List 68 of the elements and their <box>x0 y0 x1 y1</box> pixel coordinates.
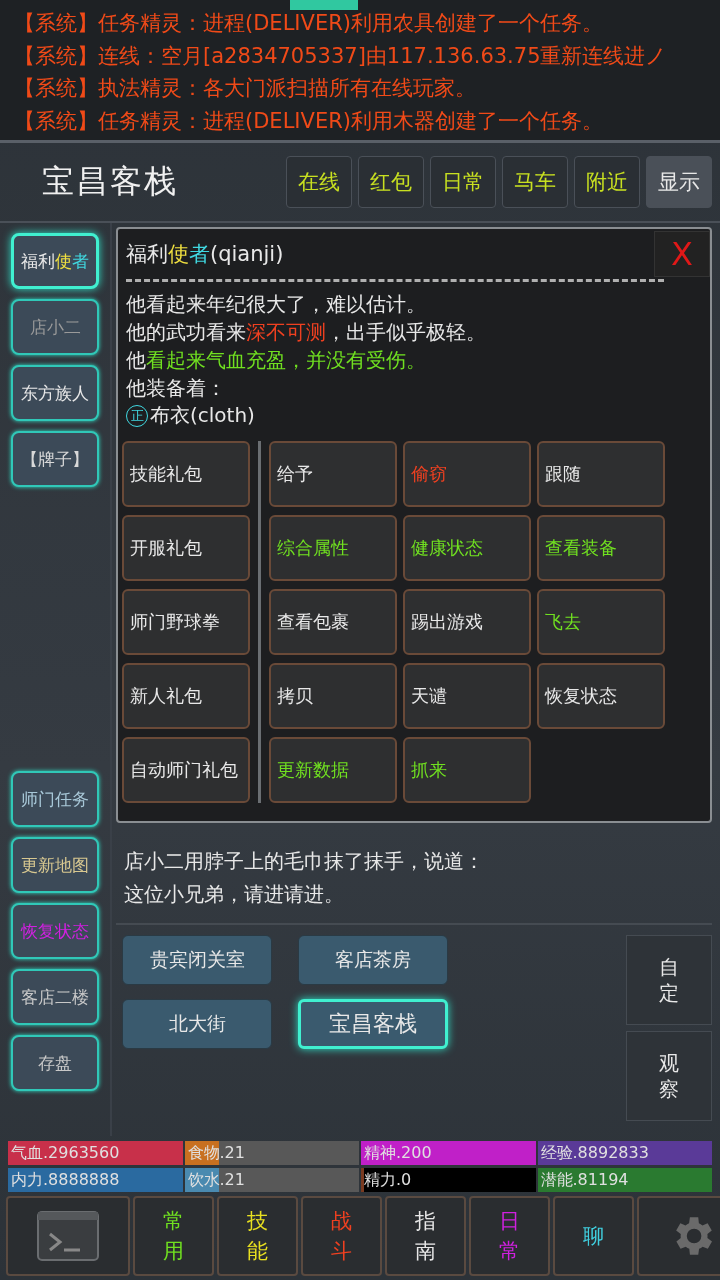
top-button[interactable]: 附近 <box>574 156 640 208</box>
stat-label: 经验.8892833 <box>539 1143 649 1162</box>
location-title: 宝昌客栈 <box>42 161 178 202</box>
action-button[interactable]: 自定 <box>626 935 712 1025</box>
stat-label: 食物.21 <box>186 1143 245 1162</box>
action-button[interactable]: 踢出游戏 <box>403 589 531 655</box>
npc-button[interactable]: 存盘 <box>11 1035 99 1091</box>
dialog-title: 福利使者(qianji) <box>126 241 285 268</box>
action-button[interactable]: 跟随 <box>537 441 665 507</box>
top-button[interactable]: 在线 <box>286 156 352 208</box>
stat-label: 饮水.21 <box>186 1170 245 1189</box>
action-button[interactable]: 更新数据 <box>269 737 397 803</box>
menu-button[interactable]: 战斗 <box>301 1196 382 1276</box>
terminal-button[interactable] <box>6 1196 130 1276</box>
top-button[interactable]: 红包 <box>358 156 424 208</box>
terminal-icon <box>36 1210 100 1262</box>
menu-button[interactable]: 聊 <box>553 1196 634 1276</box>
equipment-item: 布衣(cloth) <box>150 402 255 429</box>
action-button[interactable]: 恢复状态 <box>537 663 665 729</box>
stat-label: 潜能.81194 <box>539 1170 629 1189</box>
action-button[interactable]: 查看装备 <box>537 515 665 581</box>
npc-button[interactable]: 客店二楼 <box>11 969 99 1025</box>
action-button[interactable]: 飞去 <box>537 589 665 655</box>
action-button[interactable]: 观察 <box>626 1031 712 1121</box>
room-text: 店小二用脖子上的毛巾抹了抹手，说道： <box>124 848 485 875</box>
top-button[interactable]: 显示 <box>646 156 712 208</box>
system-message: 【系统】连线：空月[a2834705337]由117.136.63.75重新连线进ノ <box>14 42 669 69</box>
action-button[interactable]: 抓来 <box>403 737 531 803</box>
description-line: 他装备着： <box>125 375 227 402</box>
action-button[interactable]: 偷窃 <box>403 441 531 507</box>
gift-button[interactable]: 技能礼包 <box>122 441 250 507</box>
stat-label: 精神.200 <box>363 1143 432 1162</box>
description-line: 他的武功看来深不可测，出手似乎极轻。 <box>125 319 487 346</box>
description-line: 他看起来年纪很大了，难以估计。 <box>125 291 427 318</box>
gift-button[interactable]: 自动师门礼包 <box>122 737 250 803</box>
menu-button[interactable]: 常用 <box>133 1196 214 1276</box>
top-button[interactable]: 日常 <box>430 156 496 208</box>
system-message: 【系统】任务精灵：进程(DELIVER)利用农具创建了一个任务。 <box>14 10 604 37</box>
stat-label: 气血.2963560 <box>10 1143 120 1162</box>
description-line: 他看起来气血充盈，并没有受伤。 <box>125 347 427 374</box>
stat-label: 内力.8888888 <box>10 1170 120 1189</box>
action-button[interactable]: 健康状态 <box>403 515 531 581</box>
stat-label: 精力.0 <box>363 1170 412 1189</box>
tab-marker <box>290 0 358 10</box>
npc-button[interactable]: 更新地图 <box>11 837 99 893</box>
exit-button[interactable]: 北大街 <box>122 999 272 1049</box>
gift-button[interactable]: 开服礼包 <box>122 515 250 581</box>
gift-button[interactable]: 新人礼包 <box>122 663 250 729</box>
room-text: 这位小兄弟，请进请进。 <box>124 881 345 908</box>
npc-button[interactable]: 福利使者 <box>11 233 99 289</box>
exit-button[interactable]: 宝昌客栈 <box>298 999 448 1049</box>
action-button[interactable]: 综合属性 <box>269 515 397 581</box>
action-button[interactable]: 给予 <box>269 441 397 507</box>
menu-button[interactable]: 技能 <box>217 1196 298 1276</box>
menu-button[interactable]: 指南 <box>385 1196 466 1276</box>
exit-button[interactable]: 贵宾闭关室 <box>122 935 272 985</box>
action-button[interactable]: 天谴 <box>403 663 531 729</box>
action-button[interactable]: 查看包裹 <box>269 589 397 655</box>
npc-button[interactable]: 【牌子】 <box>11 431 99 487</box>
system-message: 【系统】任务精灵：进程(DELIVER)利用木器创建了一个任务。 <box>14 107 604 134</box>
exit-button[interactable]: 客店茶房 <box>298 935 448 985</box>
top-button[interactable]: 马车 <box>502 156 568 208</box>
npc-button[interactable]: 师门任务 <box>11 771 99 827</box>
settings-button[interactable] <box>637 1196 720 1276</box>
gift-button[interactable]: 师门野球拳 <box>122 589 250 655</box>
action-button[interactable]: 拷贝 <box>269 663 397 729</box>
system-message: 【系统】执法精灵：各大门派扫描所有在线玩家。 <box>14 75 477 102</box>
npc-button[interactable]: 东方族人 <box>11 365 99 421</box>
